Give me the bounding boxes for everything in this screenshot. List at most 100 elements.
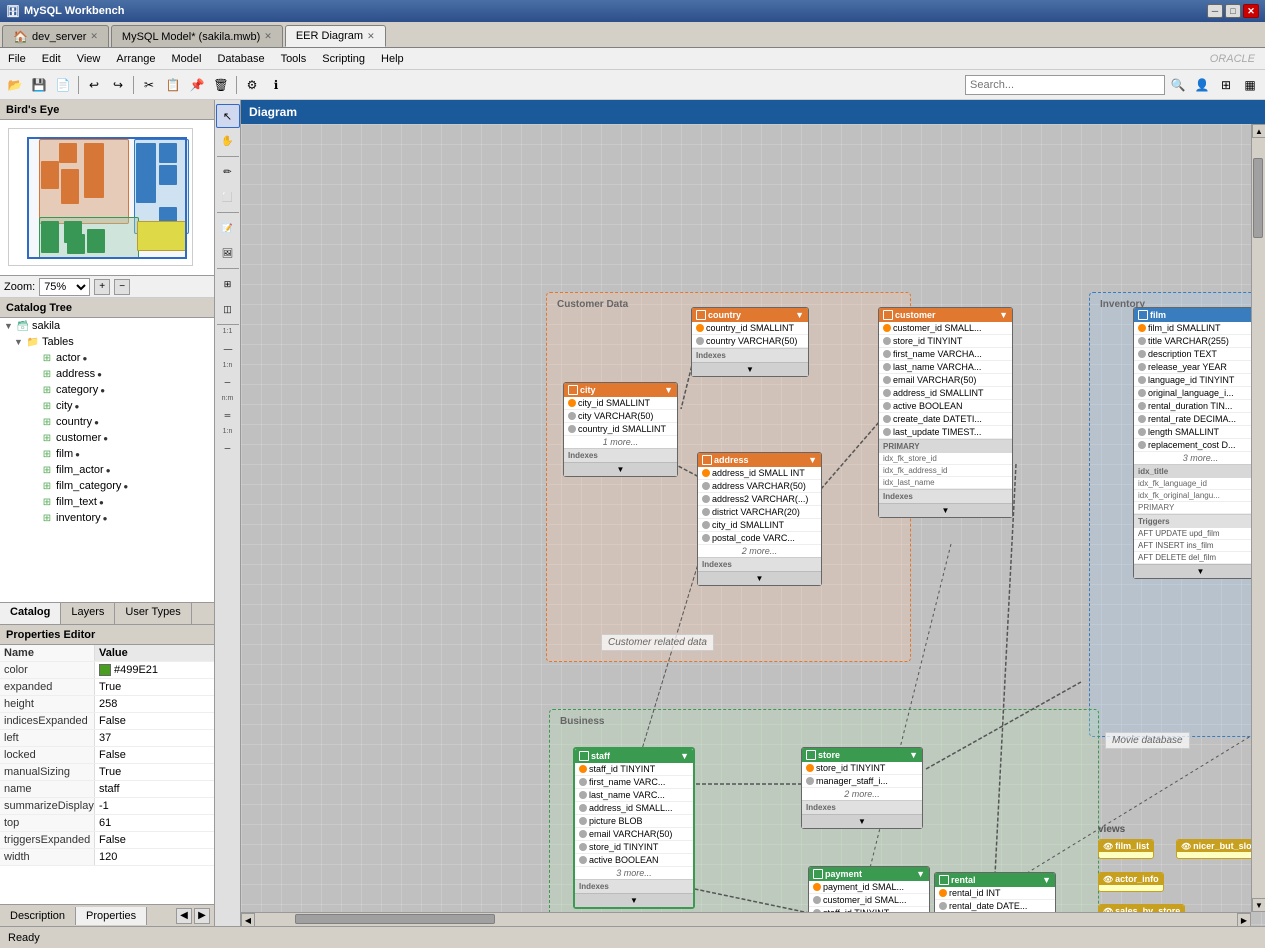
v-scrollbar[interactable]: ▲ ▼	[1251, 124, 1265, 912]
tool-rel-1n-id[interactable]: ─	[216, 436, 240, 460]
tb-search-btn[interactable]: 🔍	[1167, 74, 1189, 96]
tab-close-icon[interactable]: ✕	[264, 31, 272, 42]
table-collapse-btn[interactable]: ▼	[575, 893, 693, 907]
view-actor-info[interactable]: 👁 actor_info	[1098, 872, 1164, 892]
tab-eer-diagram[interactable]: EER Diagram ✕	[285, 25, 386, 47]
table-collapse-btn[interactable]: ▼	[802, 814, 922, 828]
desc-nav-next[interactable]: ▶	[194, 908, 210, 924]
menu-edit[interactable]: Edit	[34, 51, 69, 67]
tool-pencil[interactable]: ✏	[216, 160, 240, 184]
tb-paste[interactable]: 📌	[186, 74, 208, 96]
tool-view[interactable]: ◫	[216, 297, 240, 321]
zoom-in-btn[interactable]: +	[94, 279, 110, 295]
tb-info[interactable]: ℹ	[265, 74, 287, 96]
tree-item-city[interactable]: ⊞ city●	[0, 398, 214, 414]
tool-rel-nm[interactable]: ═	[216, 403, 240, 427]
zoom-out-btn[interactable]: −	[114, 279, 130, 295]
tb-more[interactable]: ▦	[1239, 74, 1261, 96]
table-staff[interactable]: staff ▼ staff_id TINYINT first_name VARC…	[573, 747, 695, 909]
menu-tools[interactable]: Tools	[273, 51, 315, 67]
table-collapse-btn[interactable]: ▼	[692, 362, 808, 376]
minimize-btn[interactable]: ─	[1207, 4, 1223, 18]
table-city[interactable]: city ▼ city_id SMALLINT city VARCHAR(50)…	[563, 382, 678, 477]
h-scroll-right[interactable]: ▶	[1237, 913, 1251, 926]
tool-rubber[interactable]: ⬜	[216, 185, 240, 209]
main-area: Bird's Eye	[0, 100, 1265, 926]
maximize-btn[interactable]: □	[1225, 4, 1241, 18]
tool-rel-1n[interactable]: ─	[216, 370, 240, 394]
desc-tab-description[interactable]: Description	[0, 907, 76, 925]
tree-item-address[interactable]: ⊞ address●	[0, 366, 214, 382]
tree-item-film[interactable]: ⊞ film●	[0, 446, 214, 462]
tb-copy[interactable]: 📋	[162, 74, 184, 96]
tree-item-film-actor[interactable]: ⊞ film_actor●	[0, 462, 214, 478]
v-scroll-down[interactable]: ▼	[1252, 898, 1265, 912]
tree-item-film-text[interactable]: ⊞ film_text●	[0, 494, 214, 510]
tool-note[interactable]: 📝	[216, 216, 240, 240]
tb-cut[interactable]: ✂	[138, 74, 160, 96]
tb-new[interactable]: 📄	[52, 74, 74, 96]
tab-mysql-model[interactable]: MySQL Model* (sakila.mwb) ✕	[111, 25, 283, 47]
tb-undo[interactable]: ↩	[83, 74, 105, 96]
table-store[interactable]: store ▼ store_id TINYINT manager_staff_i…	[801, 747, 923, 829]
tree-item-tables[interactable]: ▼ 📁 Tables	[0, 334, 214, 350]
tree-item-inventory[interactable]: ⊞ inventory●	[0, 510, 214, 526]
view-film-list[interactable]: 👁 film_list	[1098, 839, 1154, 859]
table-film[interactable]: film ▼ film_id SMALLINT title VARCHAR(25…	[1133, 307, 1265, 579]
tb-redo[interactable]: ↪	[107, 74, 129, 96]
cat-tab-user-types[interactable]: User Types	[115, 603, 191, 624]
table-address[interactable]: address ▼ address_id SMALL INT address V…	[697, 452, 822, 586]
h-scroll-thumb[interactable]	[295, 914, 495, 924]
cat-tab-layers[interactable]: Layers	[61, 603, 115, 624]
tb-grid[interactable]: ⊞	[1215, 74, 1237, 96]
close-btn[interactable]: ✕	[1243, 4, 1259, 18]
tool-select[interactable]: ↖	[216, 104, 240, 128]
zoom-select[interactable]: 75% 25% 50% 100% 150%	[39, 278, 90, 296]
relation-label-n-m: n:m	[222, 395, 234, 402]
tb-user[interactable]: 👤	[1191, 74, 1213, 96]
search-input[interactable]	[965, 75, 1165, 95]
tab-close-icon[interactable]: ✕	[90, 31, 98, 42]
desc-tab-properties[interactable]: Properties	[76, 907, 147, 925]
table-collapse-btn[interactable]: ▼	[698, 571, 821, 585]
tree-item-actor[interactable]: ⊞ actor●	[0, 350, 214, 366]
table-customer[interactable]: customer ▼ customer_id SMALL... store_id…	[878, 307, 1013, 518]
tool-rel-11[interactable]: ─	[215, 337, 241, 361]
v-scroll-thumb[interactable]	[1253, 158, 1263, 238]
birds-eye-canvas[interactable]	[0, 120, 214, 275]
tree-item-film-category[interactable]: ⊞ film_category●	[0, 478, 214, 494]
tab-close-icon[interactable]: ✕	[367, 31, 375, 42]
menu-arrange[interactable]: Arrange	[108, 51, 163, 67]
tool-hand[interactable]: ✋	[216, 129, 240, 153]
tree-item-sakila[interactable]: ▼ 🗃 sakila	[0, 318, 214, 334]
h-scrollbar[interactable]: ◀ ▶	[241, 912, 1251, 926]
tab-dev-server[interactable]: 🏠 dev_server ✕	[2, 25, 109, 47]
table-collapse-btn[interactable]: ▼	[1134, 564, 1265, 578]
table-country[interactable]: country ▼ country_id SMALLINT country VA…	[691, 307, 809, 377]
table-collapse-btn[interactable]: ▼	[564, 462, 677, 476]
label-movie-database: Movie database	[1105, 732, 1190, 749]
desc-nav-prev[interactable]: ◀	[176, 908, 192, 924]
cat-tab-catalog[interactable]: Catalog	[0, 603, 61, 624]
tree-item-country[interactable]: ⊞ country●	[0, 414, 214, 430]
h-scroll-left[interactable]: ◀	[241, 913, 255, 926]
tb-delete[interactable]: 🗑	[210, 74, 232, 96]
menu-scripting[interactable]: Scripting	[314, 51, 373, 67]
menu-file[interactable]: File	[0, 51, 34, 67]
tree-item-customer[interactable]: ⊞ customer●	[0, 430, 214, 446]
eer-canvas[interactable]: Customer Data Inventory Business	[241, 124, 1265, 926]
menu-model[interactable]: Model	[164, 51, 210, 67]
catalog-tree[interactable]: ▼ 🗃 sakila ▼ 📁 Tables ⊞ actor● ⊞	[0, 318, 214, 602]
tb-save[interactable]: 💾	[28, 74, 50, 96]
tab-bar: 🏠 dev_server ✕ MySQL Model* (sakila.mwb)…	[0, 22, 1265, 48]
tb-open[interactable]: 📂	[4, 74, 26, 96]
v-scroll-up[interactable]: ▲	[1252, 124, 1265, 138]
menu-view[interactable]: View	[69, 51, 109, 67]
tool-image[interactable]: 🖼	[216, 241, 240, 265]
tree-item-category[interactable]: ⊞ category●	[0, 382, 214, 398]
tool-table[interactable]: ⊞	[216, 272, 240, 296]
menu-help[interactable]: Help	[373, 51, 412, 67]
menu-database[interactable]: Database	[209, 51, 272, 67]
tb-settings[interactable]: ⚙	[241, 74, 263, 96]
table-collapse-btn[interactable]: ▼	[879, 503, 1012, 517]
